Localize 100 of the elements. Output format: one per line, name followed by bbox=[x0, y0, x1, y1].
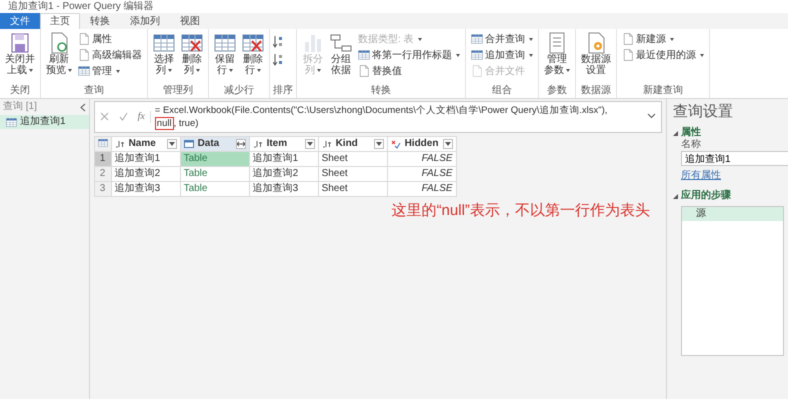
table-cell: FALSE bbox=[387, 152, 456, 166]
text-type-icon bbox=[322, 139, 332, 149]
chevron-down-icon bbox=[647, 113, 656, 120]
document-icon bbox=[358, 65, 370, 77]
check-icon bbox=[118, 112, 128, 121]
column-header[interactable]: Name bbox=[111, 136, 180, 152]
ribbon-button[interactable]: 选择 列 bbox=[151, 31, 177, 77]
document-icon bbox=[78, 33, 90, 45]
ribbon-tab[interactable]: 主页 bbox=[40, 13, 80, 29]
table-cell: 追加查询3 bbox=[249, 182, 318, 196]
ribbon-tab[interactable]: 转换 bbox=[80, 13, 120, 29]
table-cell: Sheet bbox=[318, 166, 388, 182]
table-icon bbox=[214, 32, 236, 54]
column-header[interactable]: Data bbox=[180, 136, 250, 152]
file-tab[interactable]: 文件 bbox=[0, 13, 40, 29]
formula-text: = Excel.Workbook(File.Contents("C:\Users\zhong\Documents\个人文档\自学\Power Query\追加查询.xlsx"), bbox=[154, 105, 608, 116]
field-label: 名称 bbox=[681, 139, 702, 151]
group-label: 排序 bbox=[273, 85, 293, 97]
filter-button[interactable] bbox=[166, 139, 177, 149]
ribbon-button[interactable]: 分组 依据 bbox=[328, 31, 354, 77]
section-title: 属性 bbox=[681, 127, 701, 139]
hierarchy-icon bbox=[330, 32, 352, 54]
ribbon-button[interactable]: 管理 参数 bbox=[542, 31, 572, 77]
table-cell[interactable]: Table bbox=[180, 182, 250, 196]
ribbon-button[interactable]: 追加查询 bbox=[469, 47, 535, 63]
table-cell: Sheet bbox=[318, 152, 388, 166]
ribbon-button[interactable]: 删除 行 bbox=[240, 31, 266, 77]
document-icon bbox=[78, 49, 90, 61]
ribbon-button[interactable]: 属性 bbox=[76, 31, 144, 47]
table-icon bbox=[6, 116, 17, 128]
row-number[interactable]: 2 bbox=[94, 166, 112, 182]
table-icon bbox=[471, 49, 483, 61]
table-icon bbox=[98, 138, 108, 148]
ribbon-button[interactable]: 新建源 bbox=[620, 31, 706, 47]
ribbon-button[interactable]: 替换值 bbox=[356, 63, 462, 79]
formula-text: , true) bbox=[174, 118, 198, 129]
caret-icon bbox=[376, 142, 382, 146]
group-label: 参数 bbox=[546, 85, 568, 97]
table-cell: 追加查询2 bbox=[249, 166, 318, 182]
table-cell: 追加查询3 bbox=[111, 182, 180, 196]
ribbon-button[interactable]: 将第一行用作标题 bbox=[356, 47, 462, 63]
group-label: 查询 bbox=[83, 85, 105, 97]
expand-column-button[interactable] bbox=[236, 139, 246, 149]
ribbon-tab[interactable]: 添加列 bbox=[120, 13, 170, 29]
name-field[interactable]: 追加查询1 bbox=[681, 151, 788, 166]
table-cell: FALSE bbox=[387, 166, 456, 182]
query-item[interactable]: 追加查询1 bbox=[0, 115, 89, 129]
pane-title: 查询设置 bbox=[673, 103, 734, 121]
section-title: 应用的步骤 bbox=[681, 190, 731, 202]
ribbon-tab[interactable]: 视图 bbox=[170, 13, 210, 29]
expand-arrows-icon bbox=[236, 141, 245, 147]
ribbon-button[interactable]: 最近使用的源 bbox=[620, 47, 706, 63]
ribbon-button[interactable]: 合并查询 bbox=[469, 31, 535, 47]
sort-descending-icon bbox=[273, 53, 283, 67]
save-icon bbox=[9, 32, 31, 54]
table-delete-icon bbox=[242, 32, 264, 54]
ribbon-button[interactable]: 刷新 预览 bbox=[44, 31, 74, 77]
table-menu-button[interactable] bbox=[94, 136, 112, 152]
all-properties-link[interactable]: 所有属性 bbox=[681, 170, 721, 182]
row-number[interactable]: 1 bbox=[94, 152, 112, 166]
step-item[interactable]: 源 bbox=[682, 207, 783, 221]
filter-button[interactable] bbox=[442, 139, 453, 149]
row-number[interactable]: 3 bbox=[94, 182, 112, 196]
group-label: 转换 bbox=[370, 85, 392, 97]
column-label: Data bbox=[198, 138, 220, 150]
text-type-icon bbox=[252, 139, 263, 149]
close-icon bbox=[100, 112, 109, 121]
ribbon-button[interactable]: 高级编辑器 bbox=[76, 47, 144, 63]
caret-icon bbox=[306, 142, 313, 146]
table-icon bbox=[471, 33, 483, 45]
bar-chart-icon bbox=[302, 32, 324, 54]
window-title: 追加查询1 - Power Query 编辑器 bbox=[7, 0, 155, 13]
column-label: Hidden bbox=[404, 138, 439, 150]
column-header[interactable]: Kind bbox=[318, 136, 388, 152]
ribbon-button[interactable]: 删除 列 bbox=[179, 31, 205, 77]
document-icon bbox=[471, 65, 483, 77]
pane-title: 查询 [1] bbox=[3, 101, 37, 113]
caret-icon bbox=[444, 142, 451, 146]
group-label: 组合 bbox=[491, 85, 513, 97]
ribbon-button[interactable]: 数据源 设置 bbox=[579, 31, 613, 77]
column-label: Kind bbox=[336, 138, 359, 150]
document-icon bbox=[622, 33, 634, 45]
column-label: Name bbox=[128, 138, 157, 150]
document-icon bbox=[622, 49, 634, 61]
group-label: 关闭 bbox=[9, 85, 31, 97]
ribbon-button[interactable]: 管理 bbox=[76, 63, 144, 79]
ribbon-button[interactable]: 保留 行 bbox=[212, 31, 238, 77]
filter-button[interactable] bbox=[374, 139, 384, 149]
text-type-icon bbox=[114, 139, 125, 149]
column-header[interactable]: Hidden bbox=[387, 136, 456, 152]
filter-button[interactable] bbox=[304, 139, 315, 149]
group-label: 数据源 bbox=[580, 85, 612, 97]
table-type-icon bbox=[184, 139, 194, 149]
column-header[interactable]: Item bbox=[249, 136, 318, 152]
table-cell: FALSE bbox=[387, 182, 456, 196]
table-cell: 追加查询2 bbox=[111, 166, 180, 182]
column-label: Item bbox=[266, 138, 288, 150]
ribbon-button[interactable]: 关闭并 上载 bbox=[3, 31, 37, 77]
table-cell[interactable]: Table bbox=[180, 166, 250, 182]
insert-function-button[interactable]: fx bbox=[132, 111, 151, 123]
